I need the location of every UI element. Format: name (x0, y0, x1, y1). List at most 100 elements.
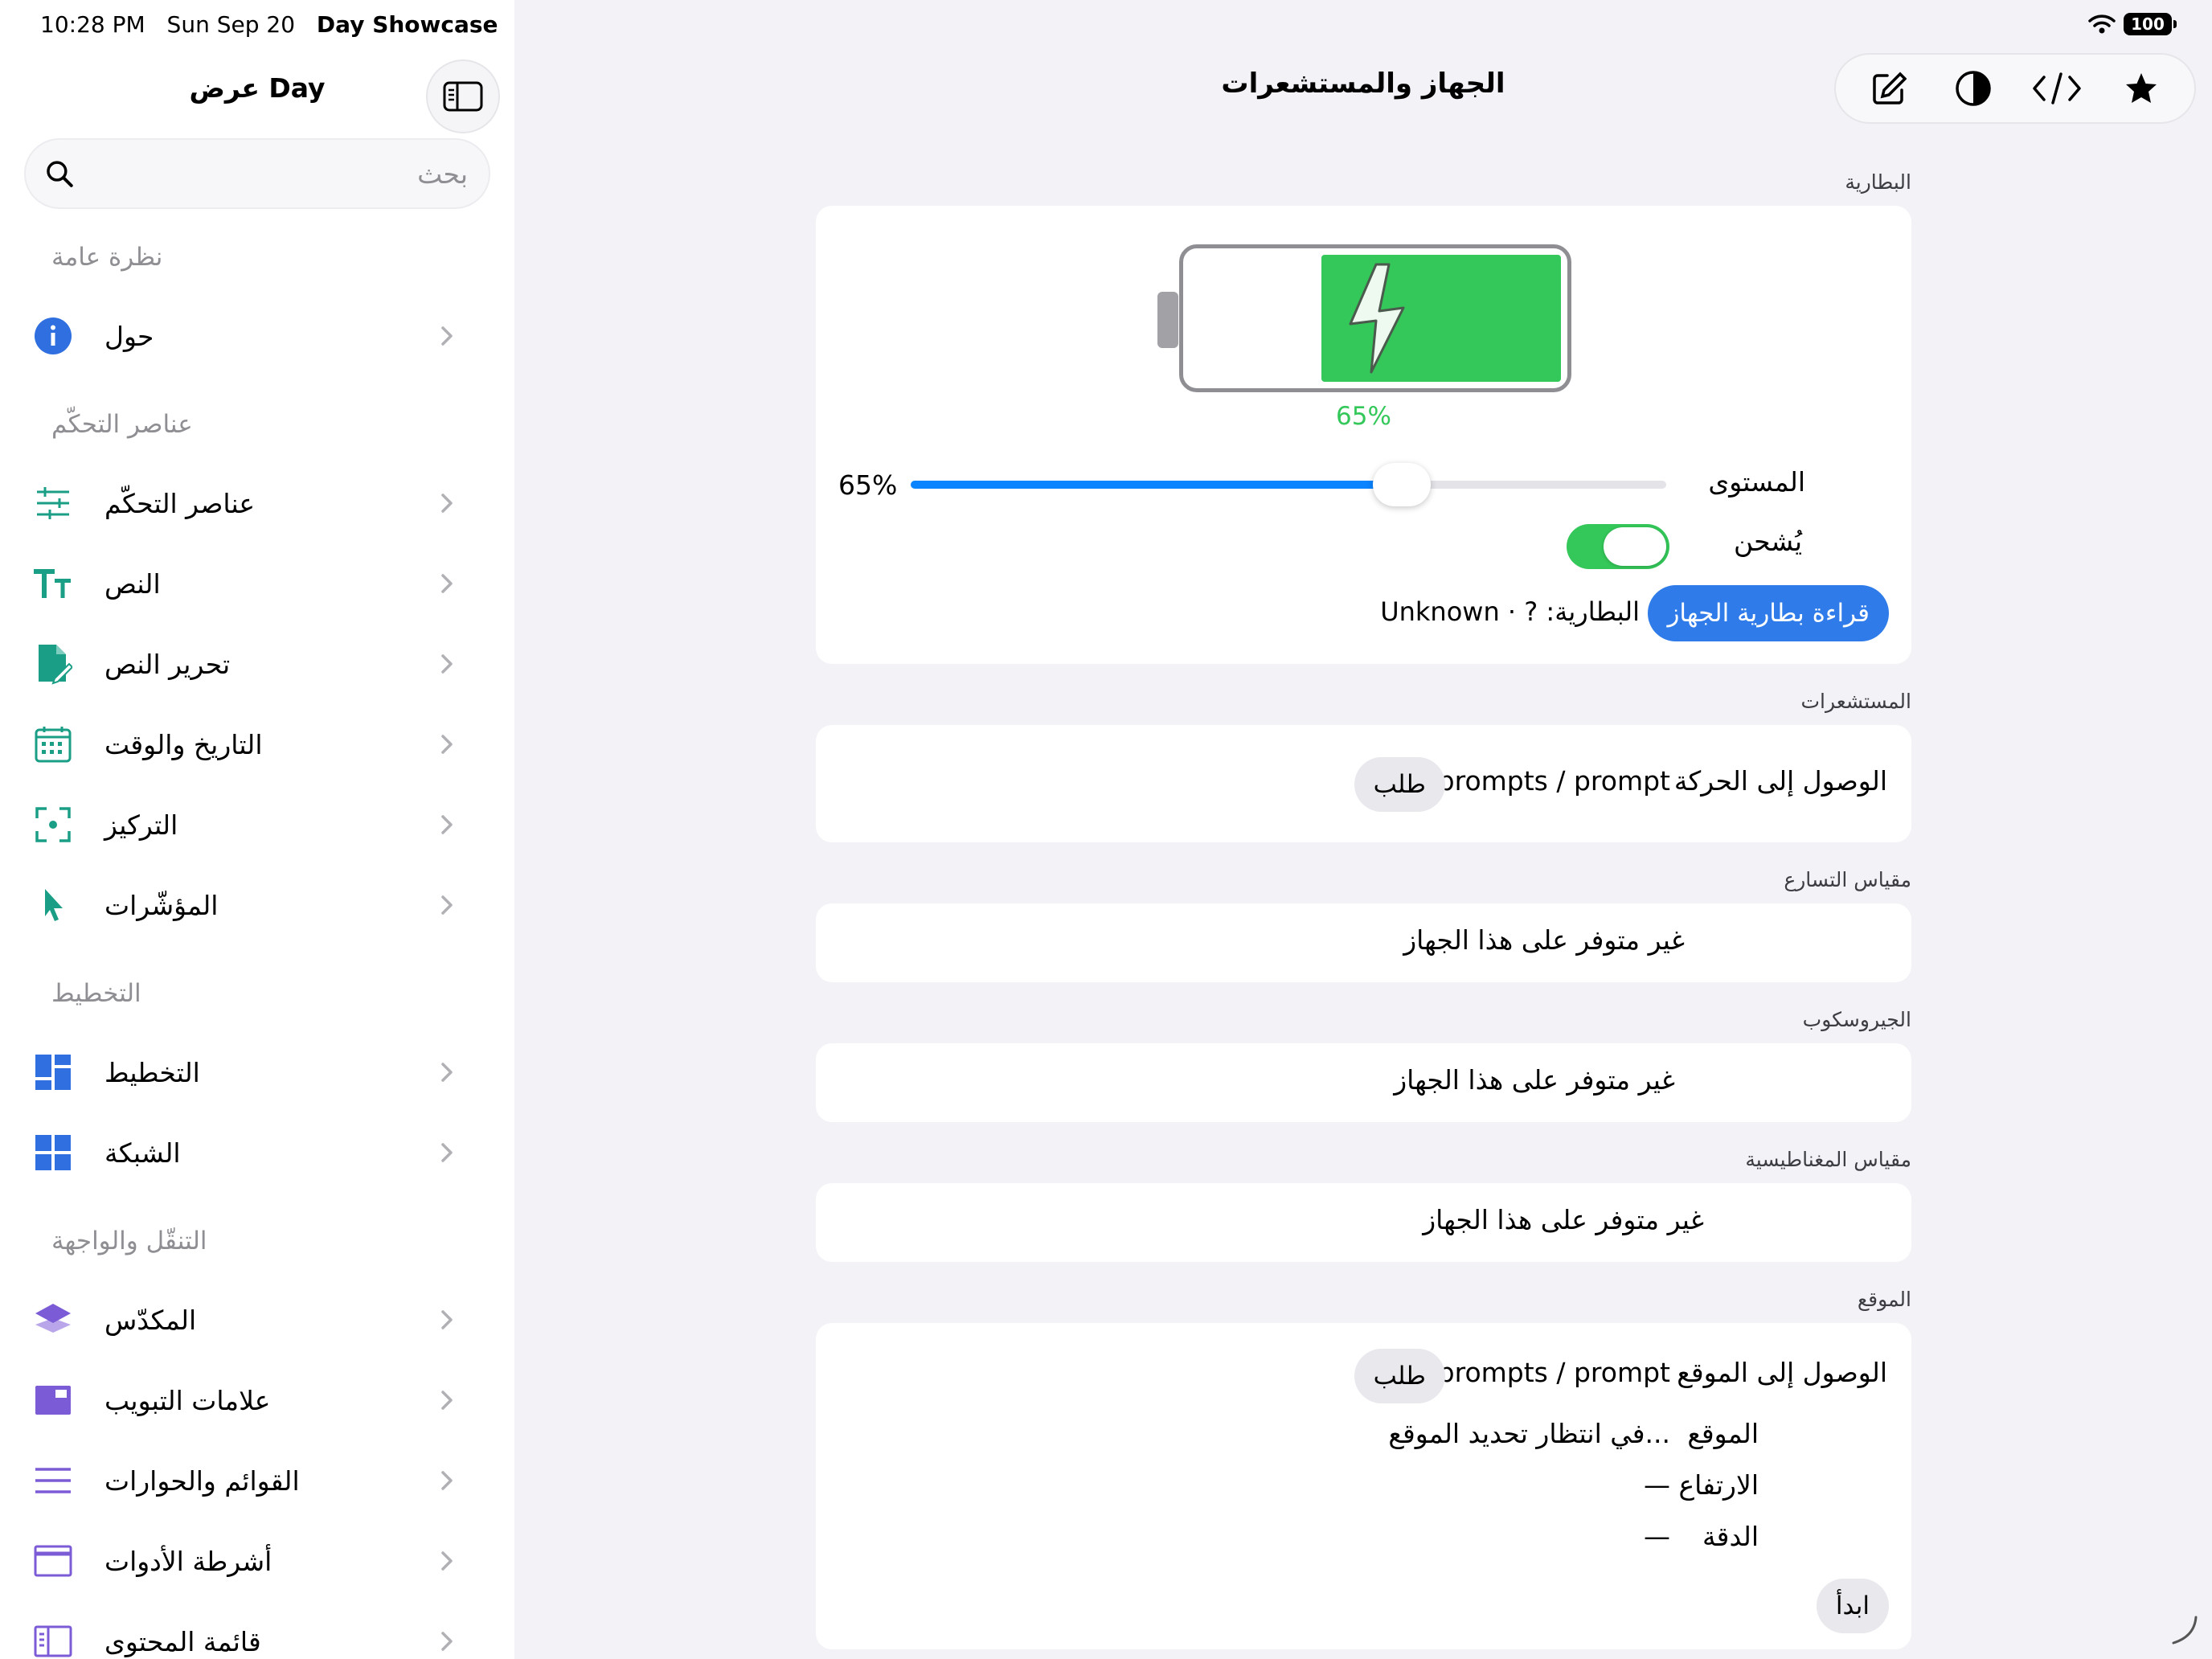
sidebar-item-content-list[interactable]: قائمة المحتوى (32, 1609, 482, 1659)
toolbar-icon (32, 1540, 74, 1582)
chevron-right-icon (441, 1391, 453, 1410)
level-slider-fill (911, 481, 1402, 489)
focus-icon (32, 804, 74, 846)
appearance-button[interactable] (1945, 60, 2001, 117)
status-bar-left: 10:28 PM Sun Sep 20 Day Showcase (40, 11, 513, 38)
tabs-icon (32, 1379, 74, 1421)
accelerometer-card: غير متوفر على هذا الجهاز (816, 903, 1911, 982)
location-label: الموقع (1687, 1418, 1759, 1449)
status-date: Sun Sep 20 (166, 11, 296, 38)
sidebar-item-label: التركيز (104, 809, 178, 841)
code-icon (2033, 72, 2081, 104)
section-title-controls: عناصر التحكّم (51, 410, 193, 439)
sidebar-item-pointers[interactable]: المؤشّرات (32, 873, 482, 937)
level-row: 65% المستوى (816, 460, 1911, 508)
code-button[interactable] (2029, 60, 2085, 117)
start-location-button[interactable]: ابدأ (1816, 1579, 1889, 1633)
motion-access-value: prompts / prompt (1437, 765, 1670, 797)
sidebar-item-stack[interactable]: المكدّس (32, 1288, 482, 1352)
sidebar-item-layout[interactable]: التخطيط (32, 1040, 482, 1104)
main-pane: الجهاز والمستشعرات البطارية 65% 65% المس… (514, 0, 2212, 1659)
sensors-section-caption: المستشعرات (1800, 690, 1912, 713)
read-battery-button[interactable]: قراءة بطارية الجهاز (1648, 585, 1889, 641)
charging-label: يُشحن (1733, 526, 1802, 557)
charging-toggle[interactable] (1567, 524, 1669, 569)
sidebar-item-date-time[interactable]: التاريخ والوقت (32, 712, 482, 776)
sidebar-item-grid[interactable]: الشبكة (32, 1120, 482, 1185)
motion-access-label: الوصول إلى الحركة (1673, 765, 1887, 797)
chevron-right-icon (441, 815, 453, 834)
accuracy-value: — (1644, 1521, 1670, 1552)
sidebar-item-tabs[interactable]: علامات التبويب (32, 1368, 482, 1432)
grid-icon (32, 1132, 74, 1174)
battery-section-caption: البطارية (1845, 170, 1911, 194)
sidebar-item-label: الشبكة (104, 1137, 181, 1169)
sidebar-item-about[interactable]: حول (32, 304, 482, 368)
scroll-indicator-icon (2172, 1616, 2198, 1645)
level-value: 65% (838, 469, 898, 501)
magnetometer-status: غير متوفر على هذا الجهاز (1423, 1204, 1704, 1235)
search-field[interactable] (24, 138, 490, 209)
search-input[interactable] (86, 157, 469, 190)
chevron-right-icon (441, 1310, 453, 1329)
star-icon (2125, 73, 2157, 103)
chevron-right-icon (441, 574, 453, 593)
chevron-right-icon (441, 1471, 453, 1490)
compose-button[interactable] (1861, 60, 1917, 117)
sidebar-item-text-editing[interactable]: تحرير النص (32, 632, 482, 696)
search-icon (47, 161, 73, 187)
sidebar-item-label: القوائم والحوارات (104, 1464, 300, 1497)
location-card: الوصول إلى الموقع prompts / prompt طلب ا… (816, 1323, 1911, 1649)
chevron-right-icon (441, 654, 453, 674)
sidebar-item-text[interactable]: النص (32, 551, 482, 616)
level-slider[interactable] (911, 463, 1666, 506)
status-battery-icon: 100 (2124, 13, 2177, 35)
compose-icon (1873, 72, 1907, 104)
chevron-right-icon (441, 1632, 453, 1651)
accelerometer-section-caption: مقياس التسارع (1784, 868, 1911, 891)
chevron-right-icon (441, 895, 453, 915)
sidebar-item-label: حول (104, 320, 154, 352)
pointer-icon (32, 884, 74, 926)
chevron-right-icon (441, 1143, 453, 1162)
status-time: 10:28 PM (40, 11, 145, 38)
chevron-right-icon (441, 1063, 453, 1082)
sidebar-item-toolbars[interactable]: أشرطة الأدوات (32, 1529, 482, 1593)
battery-terminal (1157, 292, 1178, 348)
wifi-icon (2088, 14, 2116, 34)
location-access-value: prompts / prompt (1437, 1357, 1670, 1388)
sidebar-item-label: النص (104, 567, 161, 600)
sidebar-item-label: أشرطة الأدوات (104, 1545, 272, 1577)
level-label: المستوى (1708, 466, 1805, 498)
magnetometer-section-caption: مقياس المغناطيسية (1745, 1148, 1911, 1171)
sidebar: عرض Day نظرة عامة حول عناصر التحكّم (0, 0, 514, 1659)
battery-illustration (1157, 244, 1571, 392)
location-request-button[interactable]: طلب (1354, 1349, 1445, 1403)
sidebar-item-label: تحرير النص (104, 648, 231, 680)
chevron-right-icon (441, 494, 453, 513)
status-bar-right: 100 (2088, 13, 2177, 35)
motion-request-button[interactable]: طلب (1354, 757, 1445, 812)
sidebar-toggle-button[interactable] (426, 59, 500, 133)
sliders-icon (32, 482, 74, 524)
sidebar-item-label: عناصر التحكّم (104, 487, 256, 519)
battery-card: 65% 65% المستوى يُشحن قراءة بطارية الجها… (816, 206, 1911, 664)
sensors-card: الوصول إلى الحركة prompts / prompt طلب (816, 725, 1911, 842)
sidebar-header: عرض Day (0, 51, 514, 133)
sidebar-item-label: قائمة المحتوى (104, 1625, 261, 1657)
sidebar-item-focus[interactable]: التركيز (32, 793, 482, 857)
battery-status-text: Unknown · ? :البطارية (1380, 596, 1640, 627)
favorite-button[interactable] (2113, 60, 2169, 117)
battery-fill (1321, 255, 1561, 382)
accuracy-label: الدقة (1702, 1521, 1759, 1552)
content-list-icon (32, 1620, 74, 1659)
calendar-icon (32, 723, 74, 765)
sidebar-item-controls[interactable]: عناصر التحكّم (32, 471, 482, 535)
layout-icon (32, 1051, 74, 1093)
sidebar-item-menus-dialogs[interactable]: القوائم والحوارات (32, 1448, 482, 1513)
location-section-caption: الموقع (1857, 1288, 1911, 1311)
level-slider-knob[interactable] (1373, 463, 1431, 506)
section-title-navigation: التنقّل والواجهة (51, 1227, 207, 1256)
stack-icon (32, 1299, 74, 1341)
chevron-right-icon (441, 326, 453, 346)
